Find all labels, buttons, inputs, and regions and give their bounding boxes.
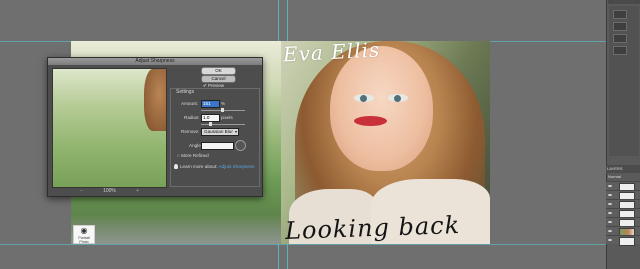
signature-top: Eva Ellis [282,37,381,67]
right-eye [388,94,408,102]
lightbulb-icon [174,164,178,169]
photographer-logo: ◉ Portrait Photo [73,225,95,244]
portrait-face [330,46,433,171]
remove-select[interactable]: Gaussian Blur ▾ [201,128,239,136]
angle-field[interactable] [201,142,234,150]
zoom-out-button[interactable]: − [80,188,83,194]
checkbox-empty-icon: ○ [177,153,180,158]
eye-icon[interactable] [608,185,612,187]
ok-button[interactable]: OK [201,67,236,75]
amount-field[interactable]: 151 [201,100,220,108]
blend-mode-select[interactable]: Normal [608,174,621,179]
adjust-sharpness-dialog: Adjust Sharpness − 100% + OK Cancel ✔ Pr… [47,57,263,197]
radius-field[interactable]: 1.0 [201,114,220,122]
layers-panel-tab[interactable]: LAYERS [606,165,640,173]
eye-icon[interactable] [608,221,612,223]
learn-more: Learn more about: Adjust Sharpness [180,164,255,169]
angle-dial[interactable] [235,140,246,151]
layer-row[interactable] [606,208,640,219]
left-eye [354,94,374,102]
eye-icon[interactable] [608,239,612,241]
panel-icon[interactable] [613,46,627,55]
settings-label: Settings [176,89,195,95]
panel-icon[interactable] [613,34,627,43]
eye-icon[interactable] [608,203,612,205]
remove-label: Remove: [181,129,200,134]
amount-slider-knob[interactable] [221,108,224,112]
more-refined-checkbox[interactable]: ○ More Refined [177,153,209,158]
panel-tab-strip[interactable] [608,0,640,4]
radius-label: Radius: [184,115,200,120]
camera-icon: ◉ [80,226,88,235]
layer-row[interactable] [606,235,640,246]
amount-slider[interactable] [201,108,245,112]
radius-slider[interactable] [201,122,245,126]
layer-row[interactable] [606,217,640,228]
eye-icon[interactable] [608,212,612,214]
layer-thumbnail [619,237,635,246]
panel-icon[interactable] [613,10,627,19]
layer-row-photo[interactable] [606,226,640,237]
portrait-lips [354,116,387,126]
eye-icon[interactable] [608,194,612,196]
eye-icon[interactable] [608,230,612,232]
logo-text: Portrait Photo [78,236,90,244]
panel-tools [609,6,639,156]
layer-row[interactable] [606,181,640,192]
cancel-button[interactable]: Cancel [201,75,236,83]
layer-row[interactable] [606,199,640,210]
radius-slider-knob[interactable] [209,122,212,126]
settings-group: Settings Amount: 151 % Radius: 1.0 pixel… [170,88,260,187]
amount-unit: % [221,101,226,106]
ground-fade [71,214,281,244]
more-refined-label: More Refined [181,153,209,158]
amount-label: Amount: [181,101,199,106]
radius-unit: pixels [221,115,233,120]
preview-window[interactable] [52,68,167,188]
zoom-control: − 100% + [52,188,167,194]
learn-more-link[interactable]: Adjust Sharpness [219,164,255,169]
panel-icon[interactable] [613,22,627,31]
learn-more-label: Learn more about: [180,164,218,169]
layer-row[interactable] [606,190,640,201]
dialog-title[interactable]: Adjust Sharpness [48,58,262,65]
chevron-down-icon: ▾ [234,129,237,134]
zoom-level: 100% [103,188,116,194]
preview-hair [144,69,166,131]
zoom-in-button[interactable]: + [136,188,139,194]
remove-value: Gaussian Blur [204,129,233,134]
